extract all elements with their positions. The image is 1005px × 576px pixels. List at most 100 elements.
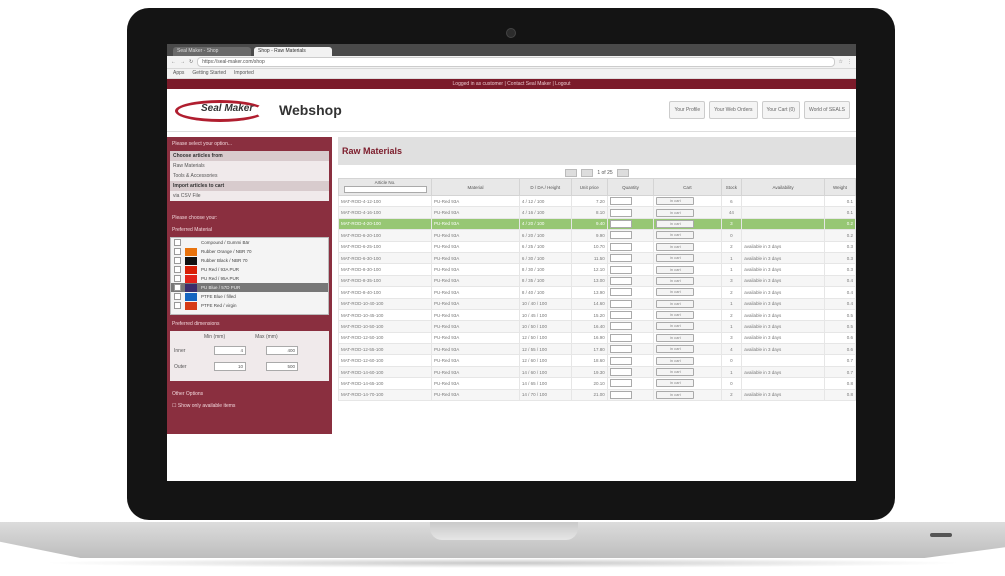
table-row[interactable]: MAT-ROD-8-30-100 PU-Red 93A 8 / 30 / 100 12… bbox=[337, 263, 856, 276]
quantity-input[interactable] bbox=[609, 333, 632, 342]
table-row[interactable]: MAT-ROD-8-35-100 PU-Red 93A 8 / 35 / 100 13… bbox=[337, 274, 856, 288]
csv-import-link[interactable]: via CSV File bbox=[170, 191, 329, 201]
material-list-item[interactable]: PU Red / 95A PUR bbox=[171, 274, 328, 283]
table-row[interactable]: MAT-ROD-14-70-100 PU-Red 93A 14 / 70 / 100… bbox=[337, 388, 856, 402]
quantity-input[interactable] bbox=[609, 242, 632, 251]
table-row[interactable]: MAT-ROD-6-30-100 PU-Red 93A 6 / 30 / 100 11… bbox=[337, 251, 856, 265]
add-to-cart-button[interactable]: in cart bbox=[656, 231, 695, 240]
table-row[interactable]: MAT-ROD-4-20-100 PU-Red 93A 4 / 20 / 100 9.… bbox=[337, 217, 856, 231]
quantity-input[interactable] bbox=[609, 288, 632, 297]
add-to-cart-button[interactable]: in cart bbox=[656, 197, 695, 206]
column-header[interactable]: Cart bbox=[653, 178, 722, 196]
add-to-cart-button[interactable]: in cart bbox=[656, 390, 695, 399]
add-to-cart-button[interactable]: in cart bbox=[656, 242, 695, 251]
url-input[interactable]: https://seal-maker.com/shop bbox=[197, 57, 835, 67]
column-header[interactable]: D / DA / Height bbox=[518, 178, 572, 196]
add-to-cart-button[interactable]: in cart bbox=[656, 345, 695, 354]
material-checkbox[interactable] bbox=[174, 266, 181, 273]
outer-min-input[interactable]: 10 bbox=[214, 362, 246, 371]
add-to-cart-button[interactable]: in cart bbox=[656, 333, 695, 342]
material-checkbox[interactable] bbox=[174, 302, 181, 309]
first-page-button[interactable] bbox=[565, 169, 578, 177]
quantity-input[interactable] bbox=[609, 265, 632, 274]
material-list-item[interactable]: PTFE Red / virgin bbox=[171, 301, 328, 310]
quantity-input[interactable] bbox=[609, 356, 632, 365]
add-to-cart-button[interactable]: in cart bbox=[656, 288, 695, 297]
material-checkbox[interactable] bbox=[174, 248, 181, 255]
quantity-input[interactable] bbox=[609, 379, 632, 388]
quantity-input[interactable] bbox=[609, 231, 632, 240]
add-to-cart-button[interactable]: in cart bbox=[656, 356, 695, 365]
column-header[interactable]: Unit price bbox=[570, 178, 608, 196]
reload-icon[interactable]: ↻ bbox=[189, 59, 193, 65]
material-checkbox[interactable] bbox=[174, 275, 181, 282]
material-checkbox[interactable] bbox=[174, 293, 181, 300]
table-row[interactable]: MAT-ROD-6-25-100 PU-Red 93A 6 / 25 / 100 10… bbox=[337, 240, 856, 253]
quantity-input[interactable] bbox=[609, 197, 632, 206]
table-row[interactable]: MAT-ROD-10-50-100 PU-Red 93A 10 / 50 / 100… bbox=[337, 320, 856, 333]
material-list-item[interactable]: PU Blue / 57D PUR bbox=[171, 283, 328, 292]
table-row[interactable]: MAT-ROD-12-50-100 PU-Red 93A 12 / 50 / 100… bbox=[337, 331, 856, 345]
column-header[interactable]: Material bbox=[431, 178, 520, 196]
bookmark-item[interactable]: Getting Started bbox=[192, 69, 226, 78]
menu-icon[interactable]: ⋮ bbox=[847, 59, 852, 65]
quantity-input[interactable] bbox=[609, 254, 632, 263]
tools-accessories-link[interactable]: Tools & Accessories bbox=[170, 171, 329, 181]
table-row[interactable]: MAT-ROD-10-45-100 PU-Red 93A 10 / 45 / 100… bbox=[337, 308, 856, 322]
column-header[interactable]: Stock bbox=[720, 178, 743, 196]
browser-tab[interactable]: Seal Maker - Shop bbox=[173, 47, 251, 56]
material-list[interactable]: Compound / Gummi Bär Rubber Orange / NBR … bbox=[170, 237, 329, 315]
quantity-input[interactable] bbox=[609, 276, 632, 285]
forward-icon[interactable]: → bbox=[180, 59, 185, 65]
quantity-input[interactable] bbox=[609, 345, 632, 354]
prev-page-button[interactable] bbox=[581, 169, 594, 177]
back-icon[interactable]: ← bbox=[171, 59, 176, 65]
material-list-item[interactable]: Compound / Gummi Bär bbox=[171, 238, 328, 247]
cart-button[interactable]: Your Cart (0) bbox=[761, 101, 800, 119]
inner-min-input[interactable]: 4 bbox=[214, 346, 246, 355]
show-available-checkbox[interactable]: ☐ Show only available items bbox=[170, 399, 329, 411]
add-to-cart-button[interactable]: in cart bbox=[656, 368, 695, 377]
bookmark-item[interactable]: Imported bbox=[234, 69, 254, 78]
material-checkbox[interactable] bbox=[174, 239, 181, 246]
material-list-item[interactable]: Rubber Black / NBR 70 bbox=[171, 256, 328, 265]
world-of-seals-button[interactable]: World of SEALS bbox=[803, 101, 850, 119]
material-list-item[interactable]: PTFE Blue / filled bbox=[171, 292, 328, 301]
add-to-cart-button[interactable]: in cart bbox=[656, 299, 695, 308]
material-list-item[interactable]: Rubber Orange / NBR 70 bbox=[171, 247, 328, 256]
material-list-item[interactable]: PU Red / 93A PUR bbox=[171, 265, 328, 274]
column-header[interactable]: Availability bbox=[741, 178, 825, 196]
add-to-cart-button[interactable]: in cart bbox=[656, 265, 695, 274]
article-filter-input[interactable] bbox=[343, 186, 427, 193]
quantity-input[interactable] bbox=[609, 219, 632, 228]
table-row[interactable]: MAT-ROD-8-40-100 PU-Red 93A 8 / 40 / 100 13… bbox=[337, 286, 856, 299]
material-checkbox[interactable] bbox=[174, 284, 181, 291]
table-row[interactable]: MAT-ROD-10-40-100 PU-Red 93A 10 / 40 / 100… bbox=[337, 297, 856, 310]
add-to-cart-button[interactable]: in cart bbox=[656, 208, 695, 217]
add-to-cart-button[interactable]: in cart bbox=[656, 219, 695, 228]
browser-tab-active[interactable]: Shop - Raw Materials bbox=[254, 47, 332, 56]
quantity-input[interactable] bbox=[609, 208, 632, 217]
outer-max-input[interactable]: 500 bbox=[266, 362, 298, 371]
table-row[interactable]: MAT-ROD-14-60-100 PU-Red 93A 14 / 60 / 100… bbox=[337, 365, 856, 379]
table-row[interactable]: MAT-ROD-14-65-100 PU-Red 93A 14 / 65 / 100… bbox=[337, 377, 856, 390]
add-to-cart-button[interactable]: in cart bbox=[656, 311, 695, 320]
column-header[interactable]: Article No. bbox=[337, 178, 433, 196]
add-to-cart-button[interactable]: in cart bbox=[656, 322, 695, 331]
table-row[interactable]: MAT-ROD-6-20-100 PU-Red 93A 6 / 20 / 100 9.… bbox=[337, 229, 856, 242]
quantity-input[interactable] bbox=[609, 299, 632, 308]
bookmark-item[interactable]: Apps bbox=[173, 69, 184, 78]
raw-materials-link[interactable]: Raw Materials bbox=[170, 161, 329, 171]
star-icon[interactable]: ☆ bbox=[839, 59, 843, 65]
web-orders-button[interactable]: Your Web Orders bbox=[709, 101, 758, 119]
quantity-input[interactable] bbox=[609, 311, 632, 320]
company-logo[interactable]: Seal Maker bbox=[175, 95, 269, 125]
quantity-input[interactable] bbox=[609, 368, 632, 377]
material-checkbox[interactable] bbox=[174, 257, 181, 264]
quantity-input[interactable] bbox=[609, 390, 632, 399]
profile-button[interactable]: Your Profile bbox=[669, 101, 706, 119]
add-to-cart-button[interactable]: in cart bbox=[656, 254, 695, 263]
column-header[interactable]: Weight bbox=[823, 178, 856, 196]
table-row[interactable]: MAT-ROD-12-55-100 PU-Red 93A 12 / 55 / 100… bbox=[337, 343, 856, 356]
add-to-cart-button[interactable]: in cart bbox=[656, 379, 695, 388]
